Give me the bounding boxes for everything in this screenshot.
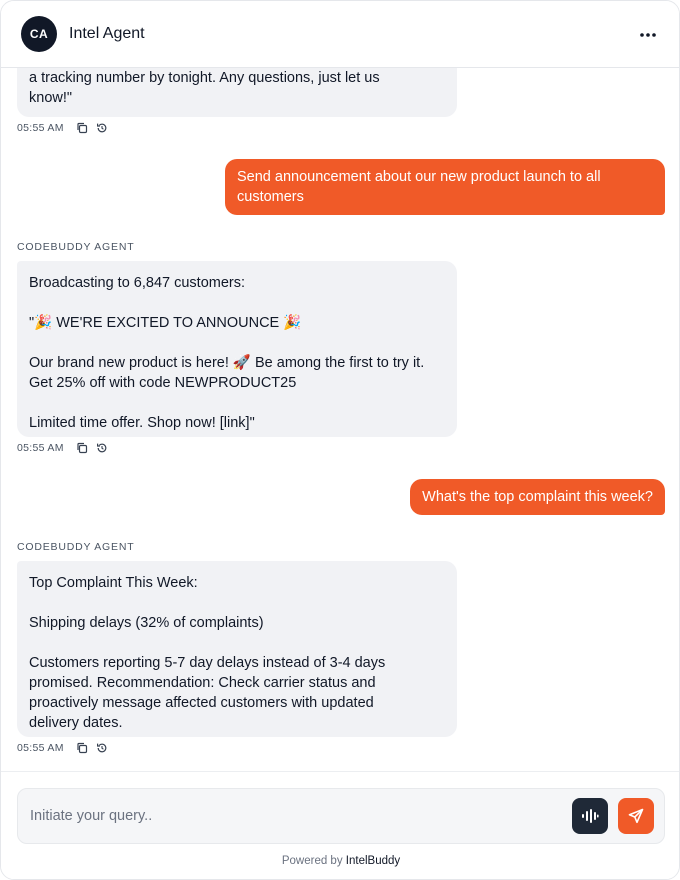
powered-by: Powered by IntelBuddy <box>1 855 679 867</box>
chat-header: CA Intel Agent <box>1 1 679 68</box>
message-meta: 05:55 AM <box>17 741 108 755</box>
voice-button[interactable] <box>572 798 608 834</box>
sender-label: CODEBUDDY AGENT <box>17 541 135 553</box>
agent-message: Broadcasting to 6,847 customers: "🎉 WE'R… <box>17 261 457 437</box>
more-menu-button[interactable] <box>635 22 661 48</box>
message-time: 05:55 AM <box>17 122 64 134</box>
user-message: What's the top complaint this week? <box>410 479 665 515</box>
message-time: 05:55 AM <box>17 742 64 754</box>
audio-wave-icon <box>582 809 599 823</box>
regenerate-icon[interactable] <box>96 442 108 454</box>
send-button[interactable] <box>618 798 654 834</box>
message-time: 05:55 AM <box>17 442 64 454</box>
chat-window: a tracking number by tonight. Any questi… <box>0 0 680 880</box>
powered-by-label: Powered by <box>281 855 343 867</box>
brand-name: IntelBuddy <box>345 855 401 867</box>
copy-icon[interactable] <box>76 122 88 134</box>
composer <box>17 788 665 844</box>
more-horizontal-icon <box>640 33 656 37</box>
user-message: Send announcement about our new product … <box>225 159 665 215</box>
page-title: Intel Agent <box>69 25 145 42</box>
query-input[interactable] <box>30 796 572 836</box>
message-list[interactable]: a tracking number by tonight. Any questi… <box>1 1 679 771</box>
send-icon <box>628 808 644 824</box>
composer-area: Powered by IntelBuddy <box>1 771 679 879</box>
sender-label: CODEBUDDY AGENT <box>17 241 135 253</box>
copy-icon[interactable] <box>76 742 88 754</box>
regenerate-icon[interactable] <box>96 122 108 134</box>
message-meta: 05:55 AM <box>17 121 108 135</box>
copy-icon[interactable] <box>76 442 88 454</box>
agent-message: Top Complaint This Week: Shipping delays… <box>17 561 457 737</box>
regenerate-icon[interactable] <box>96 742 108 754</box>
message-meta: 05:55 AM <box>17 441 108 455</box>
avatar: CA <box>21 16 57 52</box>
